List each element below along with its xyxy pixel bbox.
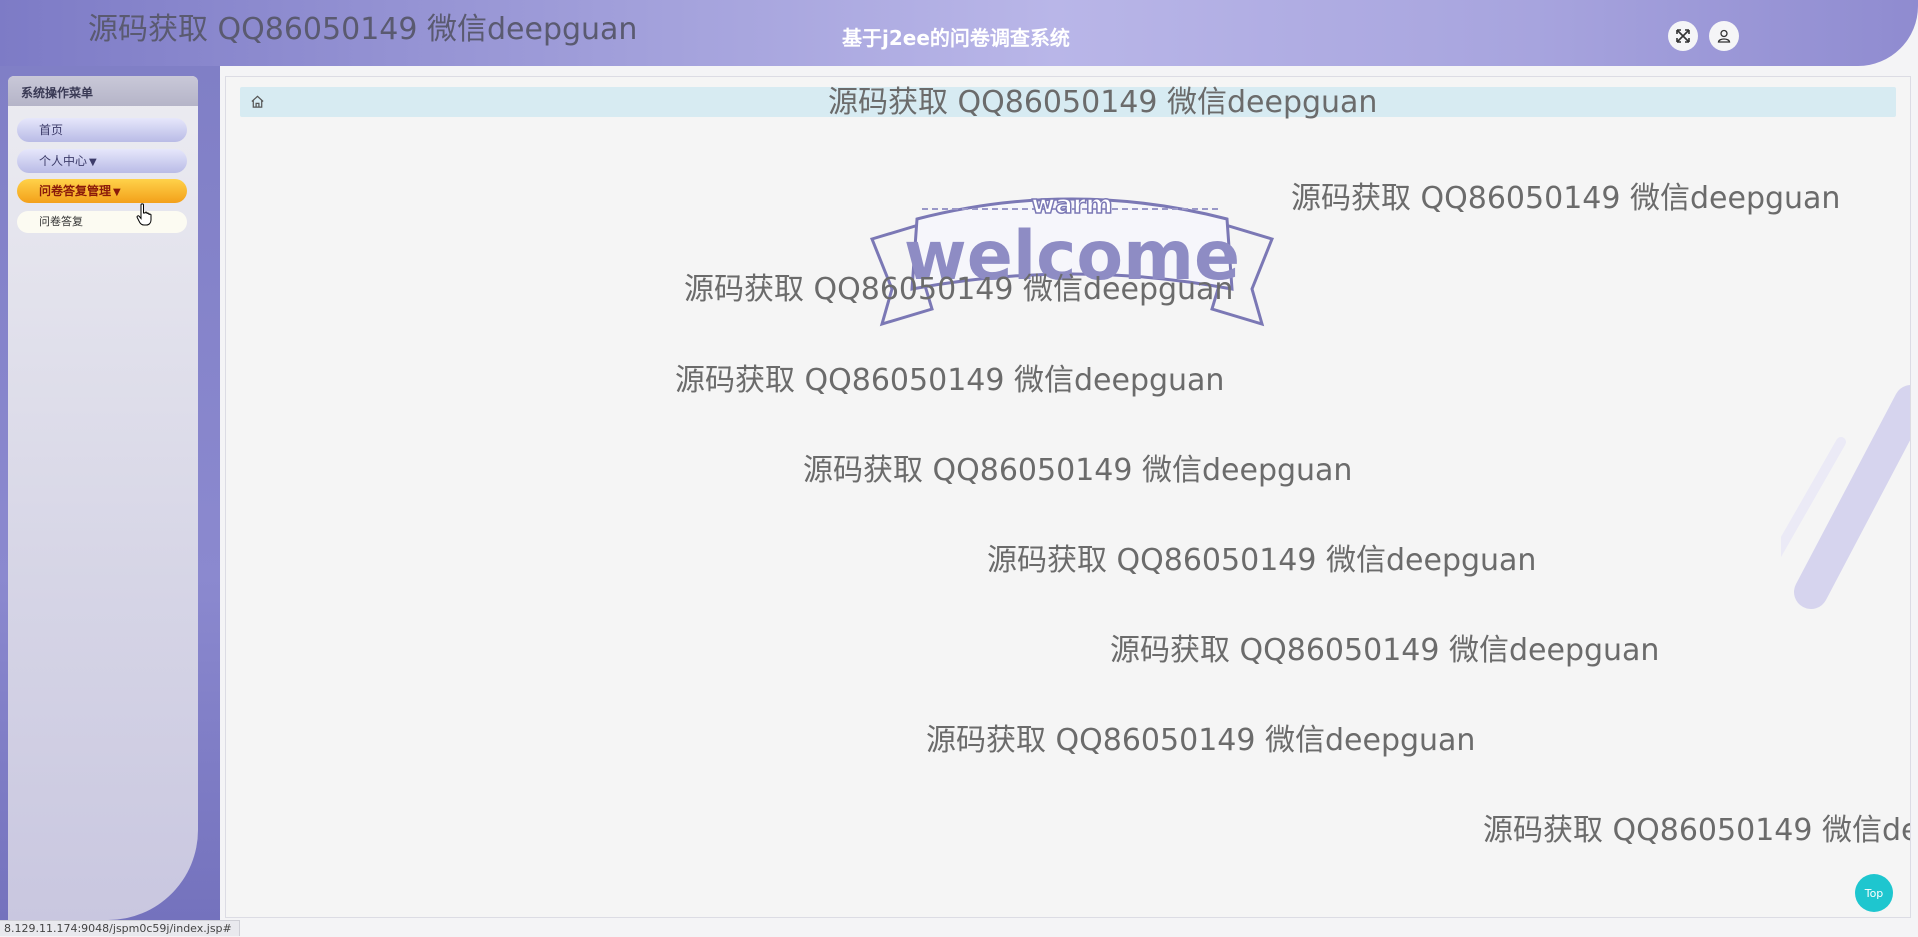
watermark-text: 源码获取 QQ86050149 微信deepguan: [803, 453, 1353, 488]
caret-down-icon: ▼: [113, 187, 121, 198]
back-to-top-button[interactable]: Top: [1855, 874, 1893, 912]
status-bar-url: 8.129.11.174:9048/jspm0c59j/index.jsp#: [0, 920, 240, 936]
banner-small-text: warm: [1031, 190, 1112, 220]
watermark-text: 源码获取 QQ86050149 微信deepguan: [1291, 181, 1841, 216]
menu-title: 系统操作菜单: [21, 86, 94, 100]
top-header: 源码获取 QQ86050149 微信deepguan 基于j2ee的问卷调查系统: [0, 0, 1918, 66]
header-watermark: 源码获取 QQ86050149 微信deepguan: [88, 12, 638, 47]
home-icon[interactable]: [250, 94, 265, 109]
sidebar-subitem-survey-reply[interactable]: 问卷答复: [17, 211, 187, 233]
user-icon: [1717, 29, 1731, 43]
watermark-text: 源码获取 QQ86050149 微信deepguan: [684, 272, 1234, 307]
watermark-text: 源码获取 QQ86050149 微信deepguan: [828, 85, 1378, 120]
sidebar-item-label: 问卷答复管理: [39, 184, 112, 198]
caret-down-icon: ▼: [89, 157, 97, 168]
watermark-text: 源码获取 QQ86050149 微信deepguan: [987, 543, 1537, 578]
sidebar-item-home[interactable]: 首页: [17, 118, 187, 142]
sidebar-item-personal-center[interactable]: 个人中心 ▼: [17, 149, 187, 173]
fullscreen-button[interactable]: [1668, 21, 1698, 51]
watermark-text: 源码获取 QQ86050149 微信deepguan: [675, 363, 1225, 398]
sidebar-item-survey-reply-management[interactable]: 问卷答复管理 ▼: [17, 179, 187, 203]
watermark-text: 源码获取 QQ86050149 微信deepguan: [926, 723, 1476, 758]
hand-cursor-icon: [136, 203, 152, 226]
sidebar-item-label: 首页: [39, 123, 64, 137]
sidebar-menu: 系统操作菜单 首页 个人中心 ▼ 问卷答复管理 ▼ 问卷答复: [8, 76, 198, 920]
user-button[interactable]: [1709, 21, 1739, 51]
watermark-text: 源码获取 QQ86050149 微信deepguan: [1110, 633, 1660, 668]
expand-arrows-icon: [1676, 29, 1690, 43]
sidebar-item-label: 问卷答复: [39, 215, 83, 228]
watermark-text: 源码获取 QQ86050149 微信dee: [1483, 813, 1911, 848]
main-content: warm welcome 源码获取 QQ86050149 微信deepguan …: [225, 76, 1911, 918]
decorative-streaks: [1781, 385, 1910, 609]
page-title: 基于j2ee的问卷调查系统: [842, 26, 1070, 50]
sidebar-item-label: 个人中心: [39, 154, 88, 168]
menu-header: 系统操作菜单: [8, 76, 198, 106]
